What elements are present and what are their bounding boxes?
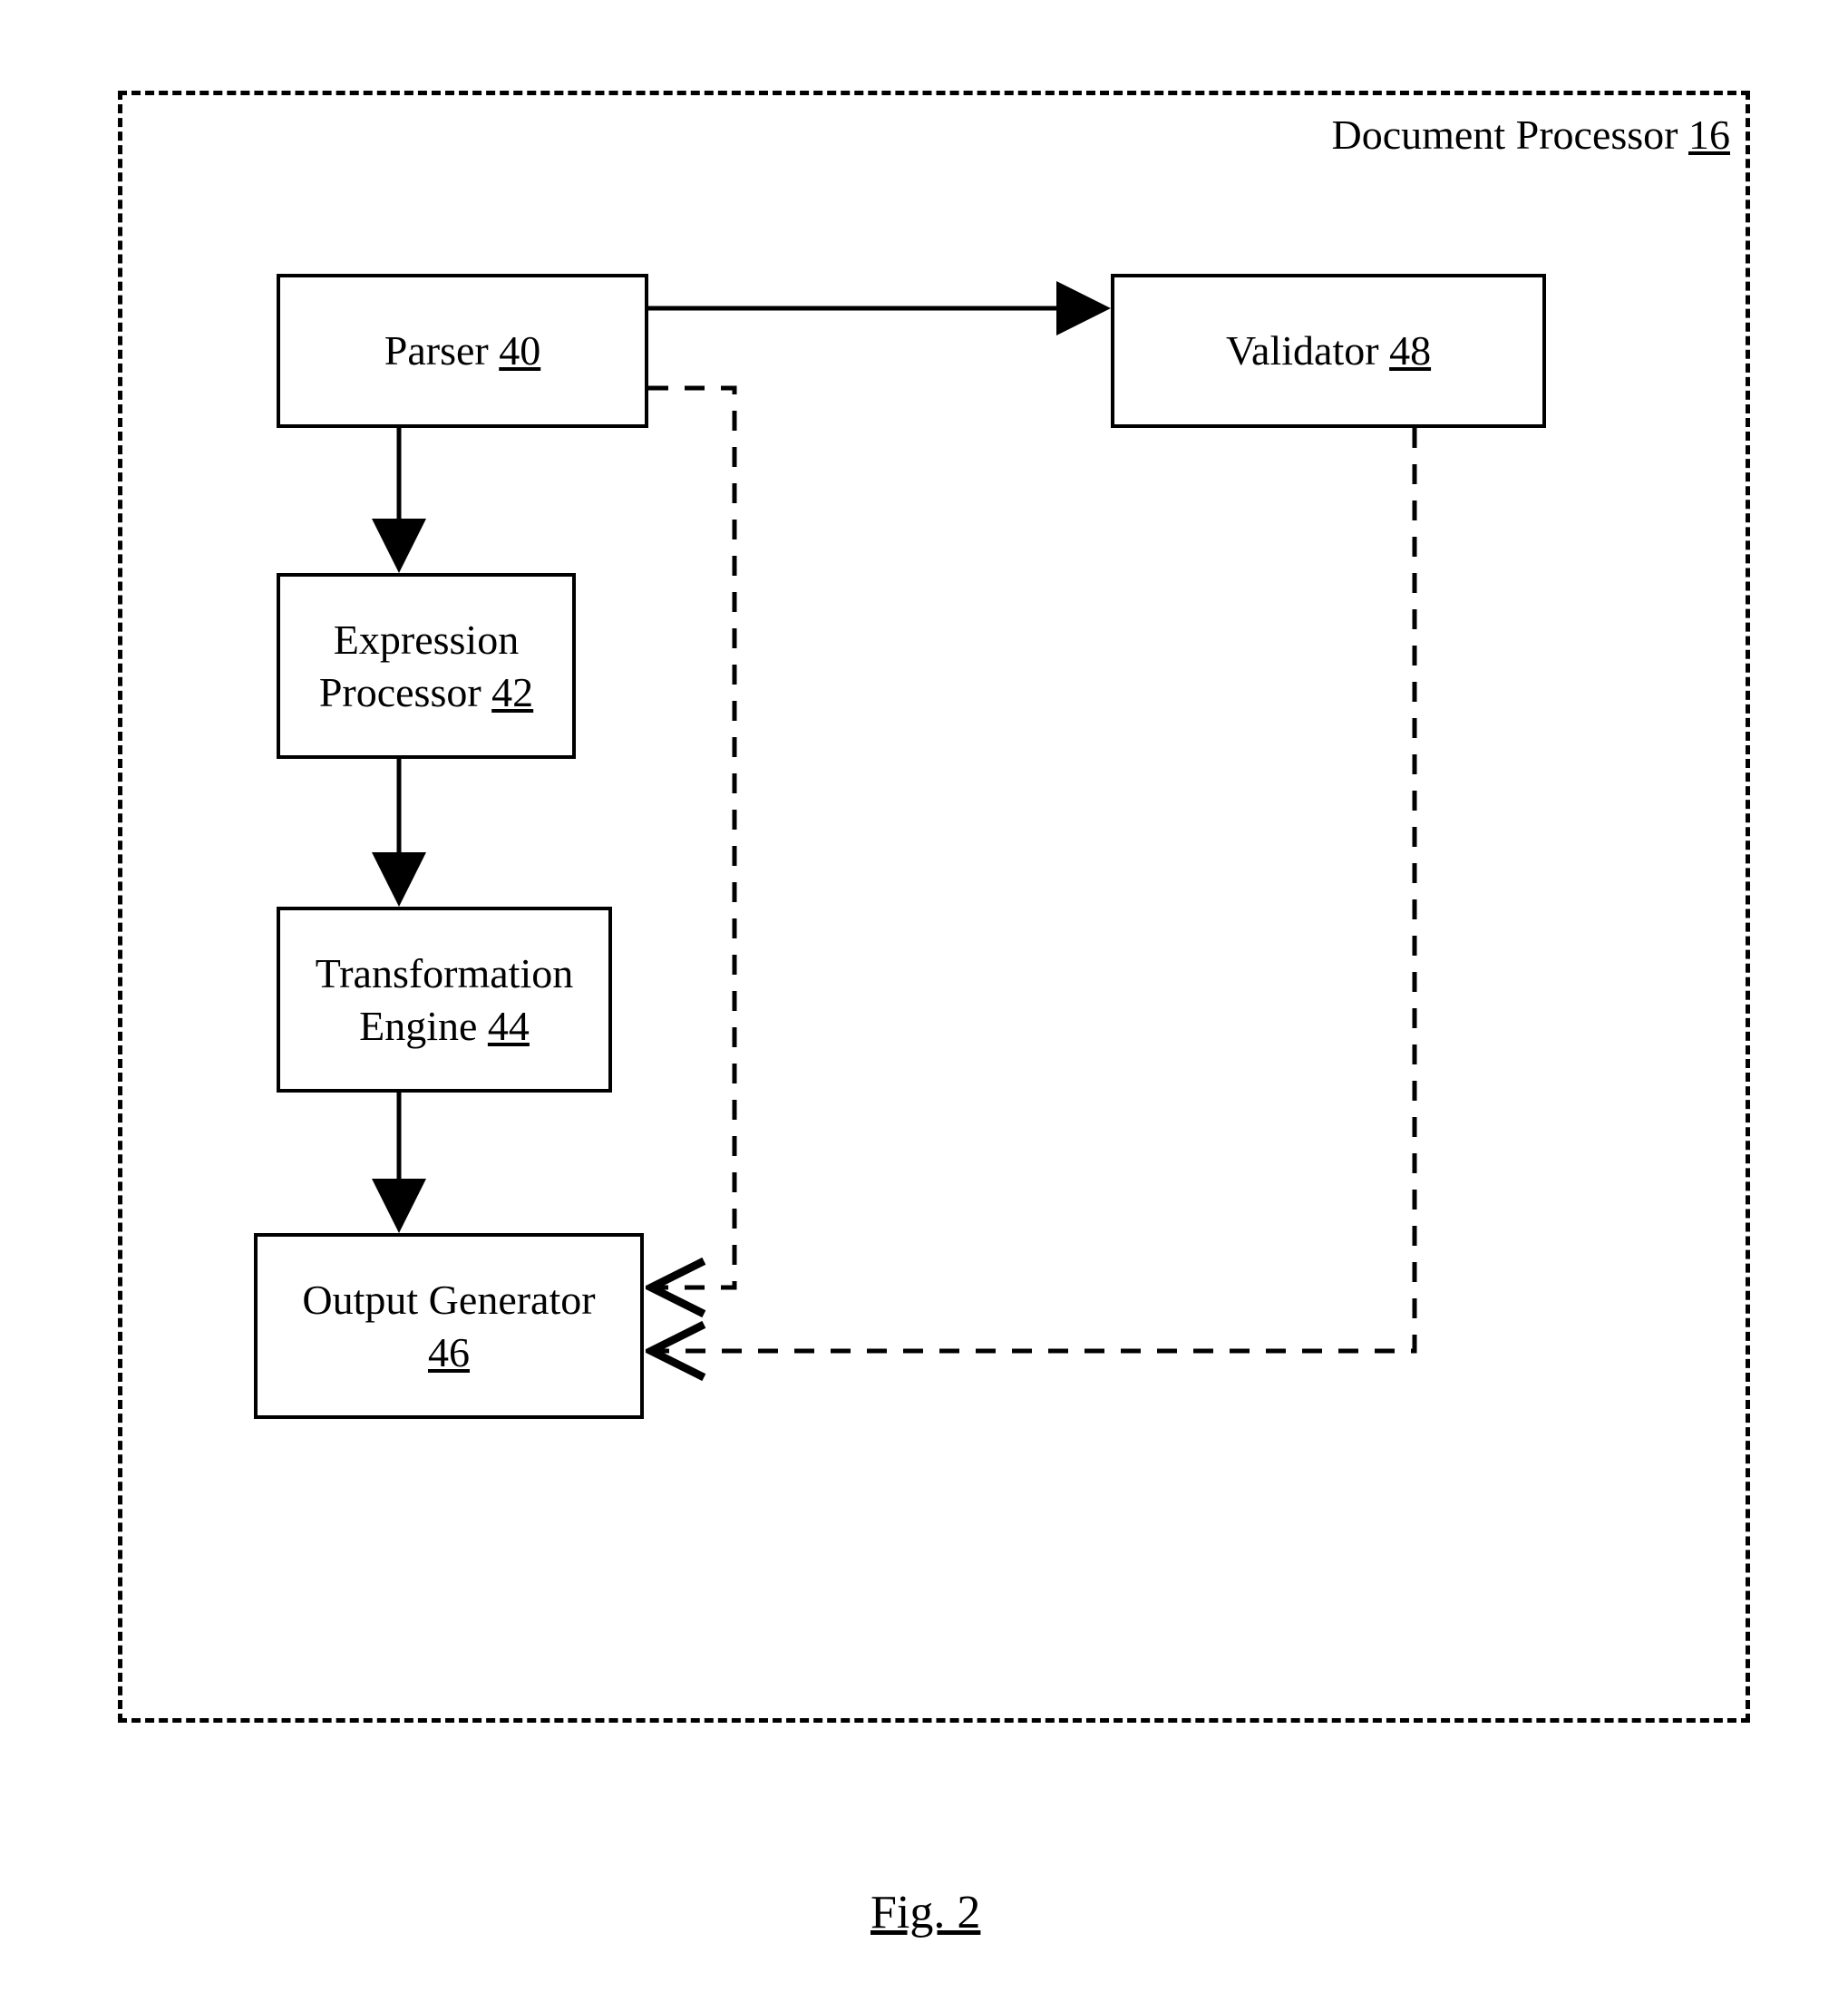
diagram-canvas: Document Processor 16 Parser 40 Expressi…	[0, 0, 1848, 2011]
document-processor-label-text: Document Processor	[1332, 112, 1688, 158]
validator-box: Validator 48	[1111, 274, 1546, 428]
expression-processor-line1: Expression	[334, 617, 519, 663]
output-generator-num: 46	[428, 1329, 470, 1375]
figure-label: Fig. 2	[871, 1886, 980, 1939]
parser-num: 40	[499, 327, 540, 374]
validator-text: Validator	[1226, 327, 1389, 374]
expression-processor-box: Expression Processor 42	[277, 573, 576, 759]
expression-processor-num: 42	[491, 669, 533, 715]
transformation-engine-num: 44	[488, 1003, 530, 1049]
output-generator-box: Output Generator 46	[254, 1233, 644, 1419]
parser-box: Parser 40	[277, 274, 648, 428]
expression-processor-line2-prefix: Processor	[319, 669, 491, 715]
output-generator-line1: Output Generator	[302, 1277, 595, 1323]
document-processor-label: Document Processor 16	[1332, 111, 1730, 159]
document-processor-label-num: 16	[1688, 112, 1730, 158]
transformation-engine-line2-prefix: Engine	[359, 1003, 488, 1049]
validator-num: 48	[1389, 327, 1431, 374]
transformation-engine-line1: Transformation	[316, 950, 574, 996]
parser-text: Parser	[384, 327, 499, 374]
transformation-engine-box: Transformation Engine 44	[277, 907, 612, 1093]
figure-label-text: Fig. 2	[871, 1887, 980, 1938]
